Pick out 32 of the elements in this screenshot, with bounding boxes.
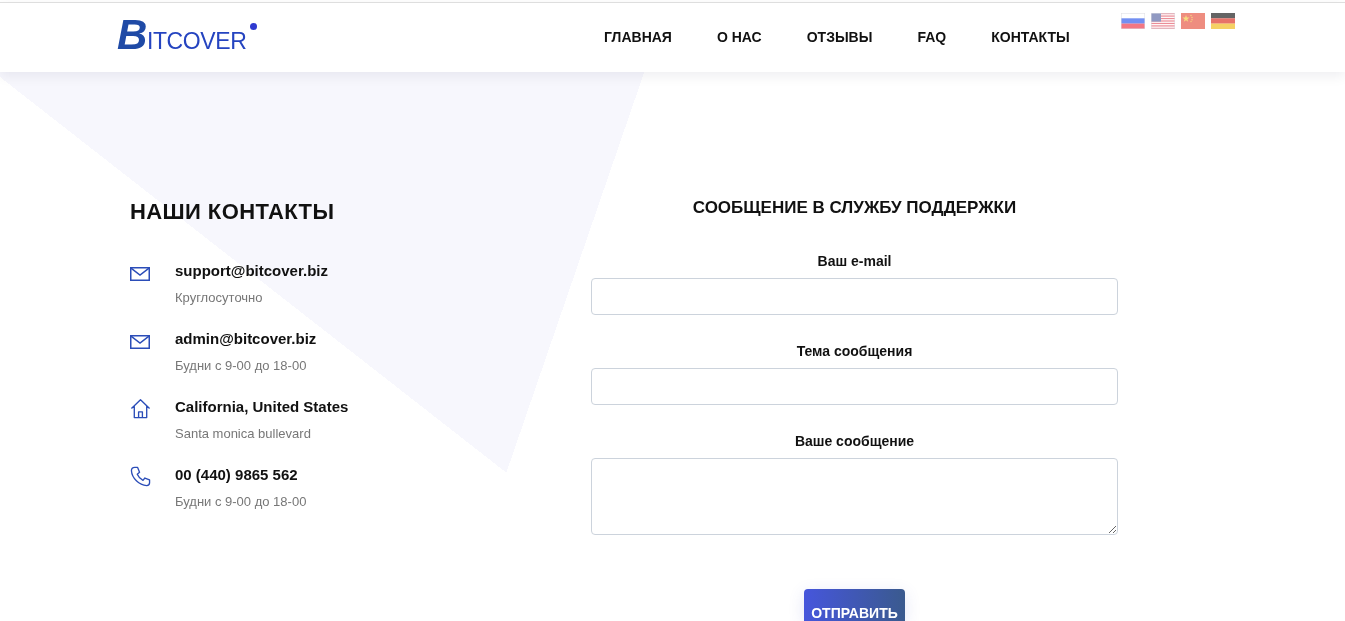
contact-subtitle: Круглосуточно [175, 289, 264, 307]
nav-link[interactable]: ГЛАВНАЯ [604, 28, 672, 46]
field-label: Ваш e-mail [817, 252, 892, 270]
contact-subtitle: Santa monica bullevard [175, 425, 312, 443]
form-heading: СООБЩЕНИЕ В СЛУЖБУ ПОДДЕРЖКИ [692, 198, 1017, 218]
field-label: Ваше сообщение [794, 432, 915, 450]
nav-link[interactable]: КОНТАКТЫ [991, 28, 1070, 46]
submit-button[interactable]: ОТПРАВИТЬ [804, 589, 905, 621]
china-flag-icon[interactable] [1180, 13, 1205, 29]
contact-title: support@bitcover.biz [175, 261, 328, 281]
contact-subtitle: Будни с 9-00 до 18-00 [175, 493, 307, 511]
phone-icon [130, 466, 151, 487]
logo[interactable]: BITCOVER [117, 15, 247, 61]
field-label: Тема сообщения [796, 342, 913, 360]
nav-link[interactable]: О НАС [716, 28, 762, 46]
contact-title: admin@bitcover.biz [175, 329, 317, 349]
germany-flag-icon[interactable] [1210, 13, 1235, 29]
envelope-icon [130, 267, 150, 281]
envelope-icon [130, 335, 150, 349]
message-textarea[interactable] [591, 458, 1118, 535]
house-icon [130, 398, 151, 419]
usa-flag-icon[interactable] [1150, 13, 1175, 29]
nav-link[interactable]: FAQ [917, 28, 947, 46]
input-field[interactable] [591, 278, 1118, 315]
input-field[interactable] [591, 368, 1118, 405]
nav-link[interactable]: ОТЗЫВЫ [806, 28, 873, 46]
contact-title: California, United States [175, 397, 349, 417]
contact-title: 00 (440) 9865 562 [175, 465, 299, 485]
contact-subtitle: Будни с 9-00 до 18-00 [175, 357, 308, 375]
russia-flag-icon[interactable] [1120, 13, 1145, 29]
contacts-heading: НАШИ КОНТАКТЫ [130, 198, 335, 226]
dot-icon [250, 23, 258, 30]
